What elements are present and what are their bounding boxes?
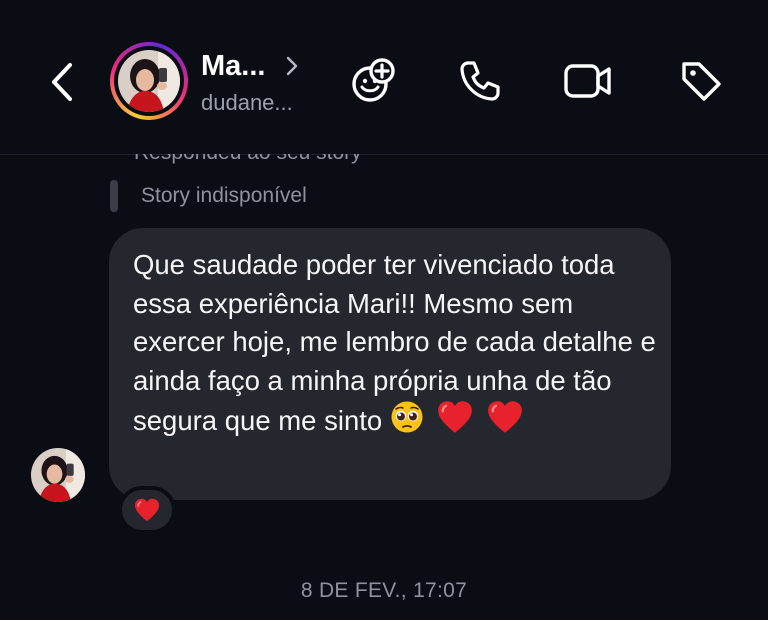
- avatar: [118, 50, 180, 112]
- add-sticker-icon: [352, 58, 395, 102]
- video-call-button[interactable]: [561, 54, 615, 108]
- red-heart-emoji: [437, 400, 473, 445]
- chevron-right-icon[interactable]: [284, 55, 300, 77]
- add-sticker-button[interactable]: [346, 54, 400, 108]
- phone-icon: [460, 61, 500, 101]
- pleading-face-emoji: [390, 400, 424, 445]
- back-icon: [52, 63, 72, 101]
- message-timestamp: 8 DE FEV., 17:07: [300, 579, 468, 602]
- story-unavailable-text: Story indisponível: [141, 184, 307, 207]
- contact-name[interactable]: Ma...: [201, 50, 265, 83]
- chat-header: Ma... dudane...: [0, 0, 768, 155]
- profile-avatar[interactable]: [110, 42, 188, 120]
- tag-button[interactable]: [674, 54, 728, 108]
- tag-icon: [682, 62, 721, 101]
- red-heart-emoji: [134, 498, 160, 522]
- sender-avatar[interactable]: [31, 448, 85, 502]
- back-button[interactable]: [44, 60, 80, 104]
- red-heart-emoji: [487, 400, 523, 445]
- message-reaction[interactable]: [118, 486, 176, 534]
- voice-call-button[interactable]: [453, 54, 507, 108]
- video-camera-icon: [564, 64, 611, 98]
- message-text[interactable]: Que saudade poder ter vivenciado toda es…: [133, 246, 658, 445]
- reply-indicator-bar: [110, 180, 118, 212]
- contact-username[interactable]: dudane...: [201, 90, 293, 116]
